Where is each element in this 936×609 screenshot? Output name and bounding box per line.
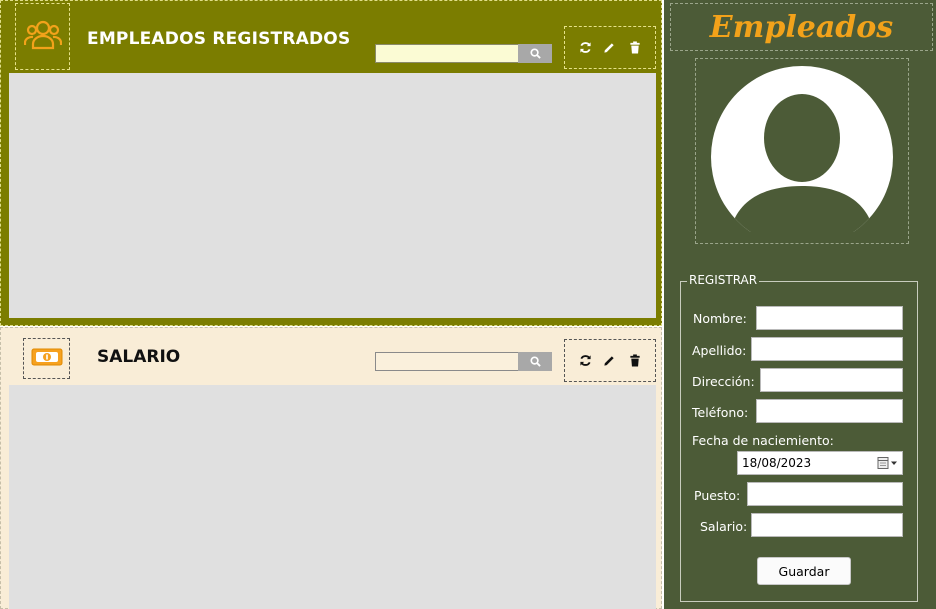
save-button[interactable]: Guardar — [757, 557, 851, 585]
telefono-input[interactable] — [756, 399, 903, 423]
salary-actions — [564, 339, 656, 382]
employees-grid[interactable] — [9, 73, 656, 318]
app-title-box: Empleados — [670, 3, 933, 51]
edit-icon[interactable] — [601, 39, 619, 57]
user-avatar-icon — [710, 66, 894, 248]
search-icon — [529, 44, 541, 63]
nombre-label: Nombre: — [693, 311, 747, 326]
fecha-label: Fecha de naciemiento: — [692, 433, 834, 448]
salary-search-input[interactable] — [375, 352, 519, 371]
salary-icon-box — [23, 338, 70, 379]
salario-label: Salario: — [700, 519, 748, 534]
register-legend: REGISTRAR — [687, 273, 760, 287]
salario-input[interactable] — [751, 513, 903, 537]
refresh-icon[interactable] — [576, 352, 594, 370]
nombre-input[interactable] — [756, 306, 903, 330]
calendar-dropdown-icon[interactable] — [877, 456, 899, 470]
users-icon — [23, 18, 62, 56]
employees-icon-box — [15, 3, 70, 70]
delete-icon[interactable] — [626, 352, 644, 370]
fecha-value: 18/08/2023 — [742, 456, 812, 470]
puesto-label: Puesto: — [694, 488, 741, 503]
apellido-label: Apellido: — [692, 343, 747, 358]
apellido-input[interactable] — [751, 337, 903, 361]
search-icon — [529, 352, 541, 371]
employees-actions — [564, 26, 656, 69]
salary-search-button[interactable] — [518, 352, 552, 371]
direccion-label: Dirección: — [692, 374, 755, 389]
puesto-input[interactable] — [747, 482, 903, 506]
direccion-input[interactable] — [760, 368, 903, 392]
money-icon — [31, 347, 63, 371]
telefono-label: Teléfono: — [692, 405, 749, 420]
employees-search-button[interactable] — [518, 44, 552, 63]
employees-title: EMPLEADOS REGISTRADOS — [87, 29, 351, 49]
employee-photo[interactable] — [695, 58, 909, 248]
app-title: Empleados — [709, 9, 894, 45]
refresh-icon[interactable] — [576, 39, 594, 57]
edit-icon[interactable] — [601, 352, 619, 370]
salary-grid[interactable] — [9, 385, 656, 609]
delete-icon[interactable] — [626, 39, 644, 57]
fecha-date-picker[interactable]: 18/08/2023 — [737, 451, 903, 475]
employees-search-input[interactable] — [375, 44, 519, 63]
salary-title: SALARIO — [97, 347, 181, 367]
